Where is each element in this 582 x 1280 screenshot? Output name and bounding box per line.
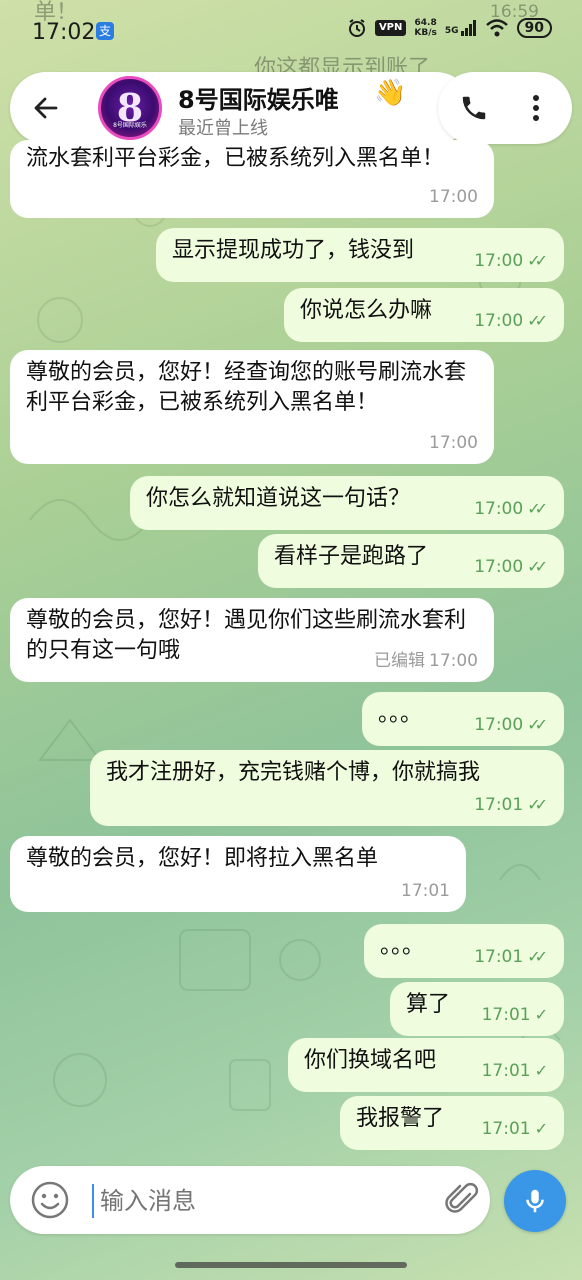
message-bubble-outgoing[interactable]: 你说怎么办嘛 17:00 ✓✓ — [284, 288, 564, 342]
message-text: 。。。 — [378, 702, 423, 727]
attach-button[interactable] — [442, 1180, 482, 1220]
message-time: 17:00 — [474, 499, 524, 519]
message-time: 17:00 — [474, 557, 524, 577]
vpn-badge: VPN — [374, 20, 407, 36]
message-meta: 17:00 ✓✓ — [474, 710, 548, 740]
read-ticks-icon: ✓✓ — [527, 715, 548, 734]
arrow-left-icon — [34, 97, 58, 119]
message-text: 你说怎么办嘛 — [300, 298, 433, 323]
call-button[interactable] — [454, 88, 494, 128]
message-bubble-outgoing[interactable]: 显示提现成功了，钱没到 17:00 ✓✓ — [156, 228, 564, 282]
message-meta: 17:00 ✓✓ — [474, 494, 548, 524]
network-speed: 64.8 KB/s — [414, 18, 437, 38]
message-text: 看样子是跑路了 — [274, 544, 429, 569]
message-text: 显示提现成功了，钱没到 — [172, 238, 415, 263]
message-meta: 17:00 — [429, 182, 478, 212]
phone-icon — [462, 96, 486, 120]
message-text: 我报警了 — [356, 1106, 445, 1131]
message-time: 17:00 — [429, 433, 478, 453]
more-vertical-icon — [533, 95, 539, 121]
message-bubble-outgoing[interactable]: 。。。 17:01 ✓✓ — [364, 924, 564, 978]
message-meta: 17:01 — [401, 876, 450, 906]
chat-title[interactable]: 8号国际娱乐唯 — [178, 80, 339, 115]
status-time: 17:02 — [32, 20, 96, 45]
read-ticks-icon: ✓✓ — [527, 557, 548, 576]
message-bubble-outgoing[interactable]: 你们换域名吧 17:01 ✓ — [288, 1038, 564, 1092]
message-meta: 17:01 ✓✓ — [474, 790, 548, 820]
message-bubble-outgoing[interactable]: 看样子是跑路了 17:00 ✓✓ — [258, 534, 564, 588]
message-meta: 17:01 ✓ — [482, 1114, 548, 1144]
read-ticks-icon: ✓✓ — [527, 795, 548, 814]
back-button[interactable] — [22, 84, 70, 132]
wifi-icon — [485, 19, 508, 37]
message-bubble-outgoing[interactable]: 你怎么就知道说这一句话？ 17:00 ✓✓ — [130, 476, 564, 530]
message-meta: 17:01 ✓✓ — [474, 942, 548, 972]
emoji-icon — [31, 1181, 69, 1219]
message-meta: 17:00 ✓✓ — [474, 552, 548, 582]
message-time: 17:01 — [481, 1005, 531, 1025]
cellular-signal-icon: 5G — [445, 20, 477, 36]
message-time: 17:01 — [481, 1061, 531, 1081]
message-time: 17:01 — [401, 881, 450, 901]
message-time: 17:00 — [474, 715, 524, 735]
read-ticks-icon: ✓✓ — [527, 499, 548, 518]
message-time: 17:01 — [474, 947, 524, 967]
message-text: 你怎么就知道说这一句话？ — [146, 486, 411, 511]
message-time: 17:00 — [474, 251, 524, 271]
last-seen-status: 最近曾上线 — [178, 118, 268, 139]
message-meta: 17:00 ✓✓ — [474, 306, 548, 336]
message-text: 算了 — [406, 992, 451, 1017]
message-bubble-incoming[interactable]: 尊敬的会员，您好！遇见你们这些刷流水套利的只有这一句哦 已编辑 17:00 — [10, 598, 494, 682]
message-text: 尊敬的会员，您好！经查询您的账号刷流水套利平台彩金，已被系统列入黑名单！ — [26, 360, 467, 415]
message-bubble-incoming[interactable]: 尊敬的会员，您好！经查询您的账号刷流水套利平台彩金，已被系统列入黑名单！ 17:… — [10, 350, 494, 464]
message-bubble-incoming[interactable]: 流水套利平台彩金，已被系统列入黑名单！ 17:00 — [10, 140, 494, 218]
message-time: 17:01 — [481, 1119, 531, 1139]
message-composer — [10, 1166, 490, 1234]
avatar[interactable]: 8 8号国际娱乐 — [98, 76, 162, 140]
avatar-logo-subtext: 8号国际娱乐 — [113, 122, 147, 129]
message-meta: 17:01 ✓ — [482, 1000, 548, 1030]
message-meta: 17:00 — [429, 428, 478, 458]
header-actions — [438, 72, 572, 144]
read-ticks-icon: ✓✓ — [527, 311, 548, 330]
message-meta: 17:00 ✓✓ — [474, 246, 548, 276]
message-text: 我才注册好，充完钱赌个博，你就搞我 — [106, 760, 481, 785]
message-bubble-outgoing[interactable]: 我才注册好，充完钱赌个博，你就搞我 17:01 ✓✓ — [90, 750, 564, 826]
message-meta: 17:01 ✓ — [482, 1056, 548, 1086]
message-text: 流水套利平台彩金，已被系统列入黑名单！ — [26, 146, 445, 171]
alarm-icon — [348, 19, 365, 37]
battery-indicator: 90 — [516, 18, 552, 38]
status-icons: VPN 64.8 KB/s 5G 90 — [347, 18, 552, 38]
message-bubble-outgoing[interactable]: 我报警了 17:01 ✓ — [340, 1096, 564, 1150]
message-time: 17:00 — [429, 651, 478, 671]
sent-tick-icon: ✓ — [534, 1005, 548, 1024]
waving-hand-icon: 👋 — [374, 78, 407, 108]
message-text: 尊敬的会员，您好！即将拉入黑名单 — [26, 846, 379, 871]
read-ticks-icon: ✓✓ — [527, 251, 548, 270]
microphone-icon — [526, 1189, 544, 1213]
message-text: 你们换域名吧 — [304, 1048, 437, 1073]
sent-tick-icon: ✓ — [534, 1061, 548, 1080]
message-time: 17:01 — [474, 795, 524, 815]
microphone-button[interactable] — [504, 1170, 566, 1232]
alipay-icon: 支 — [96, 22, 114, 40]
home-indicator[interactable] — [175, 1262, 407, 1268]
message-bubble-outgoing[interactable]: 。。。 17:00 ✓✓ — [362, 692, 564, 746]
message-bubble-outgoing[interactable]: 算了 17:01 ✓ — [390, 982, 564, 1036]
message-text: 。。。 — [380, 934, 425, 959]
message-meta: 已编辑 17:00 — [374, 646, 478, 676]
message-bubble-incoming[interactable]: 尊敬的会员，您好！即将拉入黑名单 17:01 — [10, 836, 466, 912]
read-ticks-icon: ✓✓ — [527, 947, 548, 966]
message-time: 17:00 — [429, 187, 478, 207]
edited-label: 已编辑 — [374, 651, 425, 671]
message-time: 17:00 — [474, 311, 524, 331]
more-button[interactable] — [516, 88, 556, 128]
sent-tick-icon: ✓ — [534, 1119, 548, 1138]
paperclip-icon — [445, 1182, 479, 1213]
emoji-button[interactable] — [30, 1180, 70, 1220]
message-input[interactable] — [92, 1184, 402, 1218]
status-bar: 17:02 支 VPN 64.8 KB/s 5G 90 — [0, 0, 582, 62]
